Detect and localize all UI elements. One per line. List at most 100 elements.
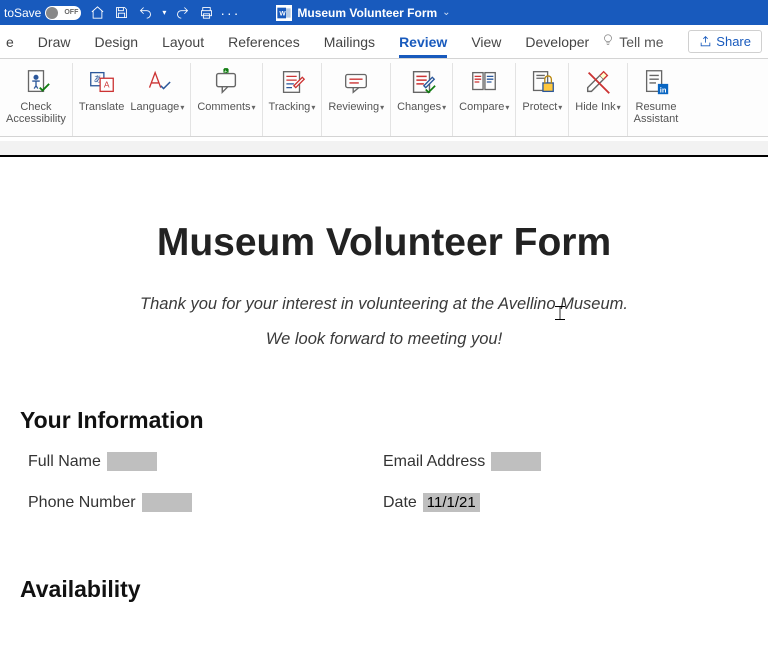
print-icon[interactable] xyxy=(198,5,214,21)
lightbulb-icon xyxy=(601,33,615,50)
tracking-icon xyxy=(276,65,308,99)
section-availability[interactable]: Availability xyxy=(20,576,748,603)
tab-layout[interactable]: Layout xyxy=(150,25,216,58)
group-accessibility[interactable]: Check Accessibility xyxy=(0,63,73,136)
field-full-name[interactable]: Full Name xyxy=(28,452,383,471)
comments-label: Comments xyxy=(197,101,250,113)
check-accessibility-label: Check Accessibility xyxy=(6,101,66,125)
svg-text:A: A xyxy=(104,80,110,90)
chevron-down-icon[interactable]: ▾ xyxy=(558,103,562,112)
more-icon[interactable]: ··· xyxy=(222,5,238,21)
group-resume-assistant[interactable]: in Resume Assistant xyxy=(628,63,679,136)
group-language: あA Translate Language▾ xyxy=(73,63,191,136)
save-icon[interactable] xyxy=(113,5,129,21)
redo-icon[interactable] xyxy=(174,5,190,21)
ribbon-tabs: e Draw Design Layout References Mailings… xyxy=(0,25,768,59)
tab-draw[interactable]: Draw xyxy=(26,25,83,58)
group-comments[interactable]: + Comments▾ xyxy=(191,63,262,136)
email-label: Email Address xyxy=(383,453,485,471)
share-button[interactable]: Share xyxy=(688,30,762,53)
undo-icon[interactable] xyxy=(137,5,153,21)
changes-label: Changes xyxy=(397,101,441,113)
date-label: Date xyxy=(383,494,417,512)
document-canvas[interactable]: Museum Volunteer Form Thank you for your… xyxy=(0,137,768,660)
email-placeholder[interactable] xyxy=(491,452,541,471)
full-name-label: Full Name xyxy=(28,453,101,471)
info-grid: Full Name Email Address Phone Number Dat… xyxy=(20,452,748,512)
hide-ink-label: Hide Ink xyxy=(575,101,615,113)
language-label: Language xyxy=(130,101,179,113)
document-title-group[interactable]: W Museum Volunteer Form ⌄ xyxy=(276,5,450,21)
svg-text:+: + xyxy=(225,69,228,75)
field-email[interactable]: Email Address xyxy=(383,452,748,471)
group-protect[interactable]: Protect▾ xyxy=(516,63,569,136)
document-title: Museum Volunteer Form xyxy=(297,6,437,20)
autosave-toggle-group[interactable]: toSave OFF xyxy=(4,6,81,20)
group-changes[interactable]: Changes▾ xyxy=(391,63,453,136)
tab-references[interactable]: References xyxy=(216,25,312,58)
intro-line-1[interactable]: Thank you for your interest in volunteer… xyxy=(20,295,748,314)
tab-home-partial[interactable]: e xyxy=(6,25,26,58)
tab-mailings[interactable]: Mailings xyxy=(312,25,387,58)
protect-icon xyxy=(526,65,558,99)
group-compare[interactable]: Compare▾ xyxy=(453,63,516,136)
group-reviewing[interactable]: Reviewing▾ xyxy=(322,63,391,136)
ribbon-toolbar: Check Accessibility あA Translate Languag… xyxy=(0,59,768,137)
comments-icon: + xyxy=(210,65,242,99)
tracking-label: Tracking xyxy=(269,101,311,113)
tab-view[interactable]: View xyxy=(459,25,513,58)
undo-dropdown-icon[interactable]: ▾ xyxy=(162,8,166,17)
compare-label: Compare xyxy=(459,101,504,113)
field-phone[interactable]: Phone Number xyxy=(28,493,383,512)
compare-icon xyxy=(468,65,500,99)
chevron-down-icon[interactable]: ▾ xyxy=(311,103,315,112)
group-tracking[interactable]: Tracking▾ xyxy=(263,63,323,136)
group-hide-ink[interactable]: Hide Ink▾ xyxy=(569,63,627,136)
svg-text:W: W xyxy=(280,10,287,17)
text-cursor-icon: ⌶ xyxy=(554,303,566,326)
tell-me-search[interactable]: Tell me xyxy=(601,33,663,50)
chevron-down-icon[interactable]: ▾ xyxy=(180,103,184,112)
chevron-down-icon[interactable]: ▾ xyxy=(442,103,446,112)
titlebar: toSave OFF ▾ ··· W Museum Volunteer Form… xyxy=(0,0,768,25)
hide-ink-icon xyxy=(582,65,614,99)
tellme-label: Tell me xyxy=(619,34,663,50)
chevron-down-icon[interactable]: ▾ xyxy=(380,103,384,112)
intro-line-2[interactable]: We look forward to meeting you! xyxy=(20,330,748,349)
share-label: Share xyxy=(716,34,751,49)
check-accessibility-icon xyxy=(20,65,52,99)
chevron-down-icon[interactable]: ⌄ xyxy=(442,7,450,18)
page[interactable]: Museum Volunteer Form Thank you for your… xyxy=(0,155,768,660)
protect-label: Protect xyxy=(522,101,557,113)
translate-icon: あA xyxy=(86,65,118,99)
reviewing-icon xyxy=(340,65,372,99)
full-name-placeholder[interactable] xyxy=(107,452,157,471)
word-app-icon: W xyxy=(276,5,292,21)
tab-design[interactable]: Design xyxy=(82,25,150,58)
phone-placeholder[interactable] xyxy=(142,493,192,512)
tab-developer[interactable]: Developer xyxy=(513,25,601,58)
changes-icon xyxy=(406,65,438,99)
date-value[interactable]: 11/1/21 xyxy=(423,493,480,512)
resume-assistant-label: Resume Assistant xyxy=(634,101,679,125)
document-heading[interactable]: Museum Volunteer Form xyxy=(20,221,748,265)
chevron-down-icon[interactable]: ▾ xyxy=(617,103,621,112)
autosave-switch[interactable]: OFF xyxy=(45,6,81,20)
chevron-down-icon[interactable]: ▾ xyxy=(505,103,509,112)
field-date[interactable]: Date 11/1/21 xyxy=(383,493,748,512)
language-icon xyxy=(141,65,173,99)
section-your-information[interactable]: Your Information xyxy=(20,407,748,434)
home-icon[interactable] xyxy=(89,5,105,21)
tab-review[interactable]: Review xyxy=(387,25,459,58)
reviewing-label: Reviewing xyxy=(328,101,379,113)
translate-button[interactable]: あA Translate xyxy=(79,65,124,114)
svg-text:in: in xyxy=(660,85,667,94)
autosave-label: toSave xyxy=(4,6,41,20)
chevron-down-icon[interactable]: ▾ xyxy=(252,103,256,112)
translate-label: Translate xyxy=(79,101,124,113)
language-button[interactable]: Language▾ xyxy=(130,65,184,114)
resume-assistant-icon: in xyxy=(640,65,672,99)
autosave-off-text: OFF xyxy=(64,9,78,16)
share-icon xyxy=(699,35,712,48)
phone-label: Phone Number xyxy=(28,494,136,512)
